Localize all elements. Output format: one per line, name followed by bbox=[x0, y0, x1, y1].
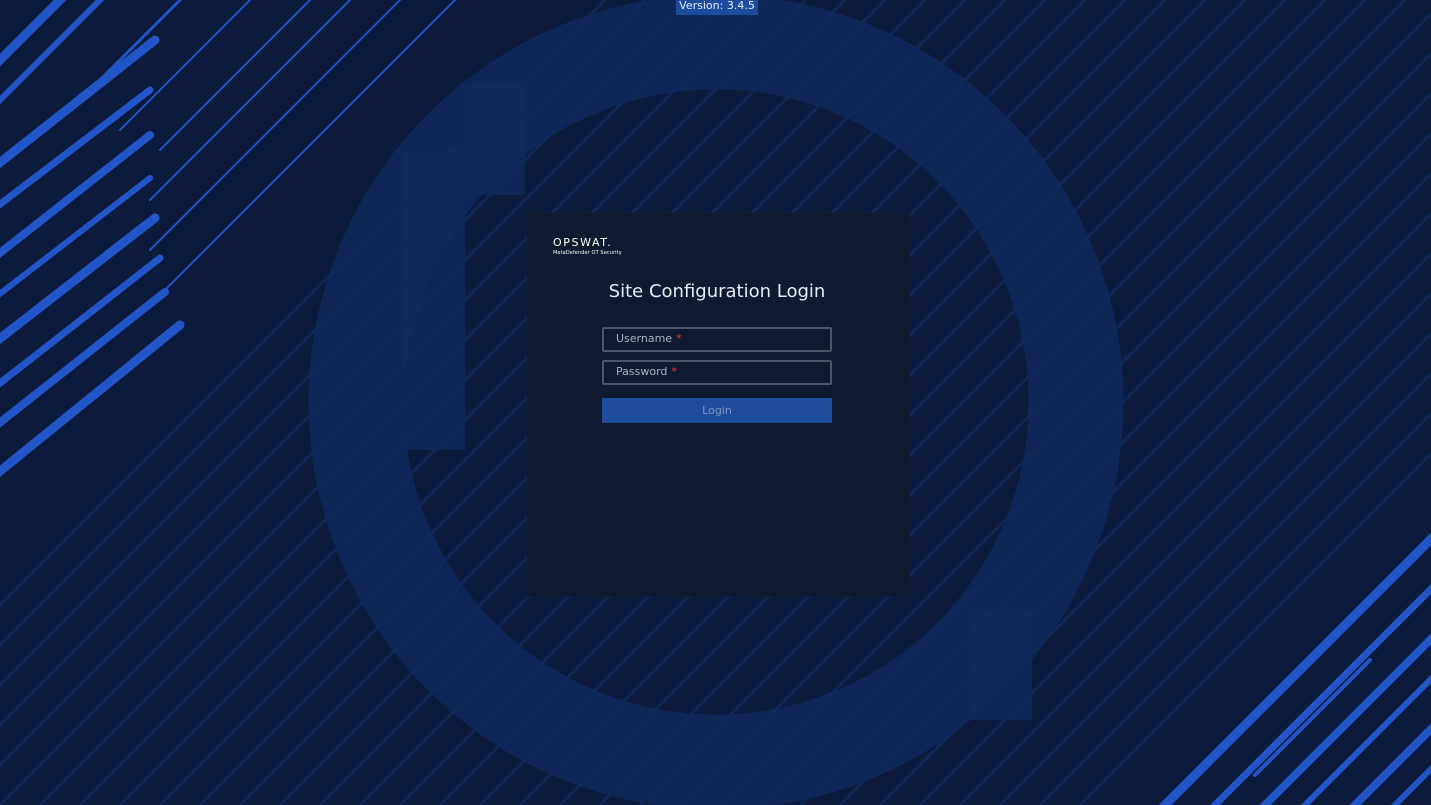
version-badge: Version: 3.4.5 bbox=[676, 0, 758, 15]
username-input[interactable] bbox=[604, 329, 830, 350]
page-title: Site Configuration Login bbox=[608, 281, 826, 302]
login-button[interactable]: Login bbox=[602, 398, 832, 423]
password-field[interactable]: Password * bbox=[602, 360, 832, 385]
logo-brand: OPSWAT. bbox=[553, 236, 613, 249]
password-input[interactable] bbox=[604, 362, 830, 383]
logo-product: MetaDefender OT Security bbox=[553, 250, 622, 256]
username-field[interactable]: Username * bbox=[602, 327, 832, 352]
opswat-logo: OPSWAT. MetaDefender OT Security bbox=[553, 237, 643, 261]
login-card: OPSWAT. MetaDefender OT Security Site Co… bbox=[527, 213, 909, 596]
